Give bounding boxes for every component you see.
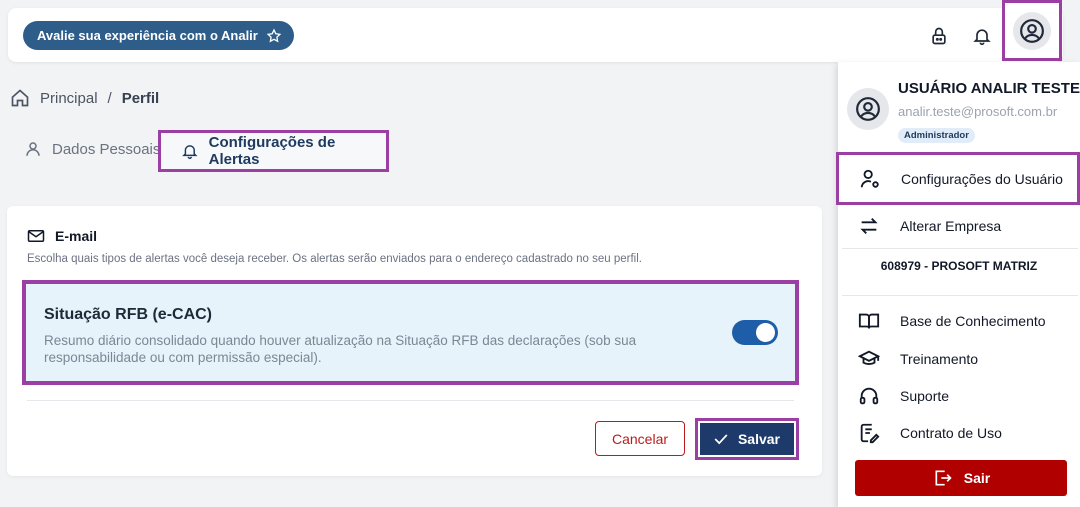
breadcrumb-separator: / — [107, 89, 112, 107]
rate-experience-button[interactable]: Avalie sua experiência com o Analir — [23, 21, 294, 50]
bell-icon — [182, 145, 198, 160]
breadcrumb: Principal / Perfil — [10, 88, 159, 108]
cancel-button[interactable]: Cancelar — [595, 421, 685, 456]
menu-item-training[interactable]: Treinamento — [838, 341, 1080, 377]
menu-item-support-label: Suporte — [900, 388, 950, 404]
mail-icon — [27, 230, 45, 242]
logout-icon — [935, 470, 952, 486]
menu-divider — [842, 295, 1078, 296]
check-icon — [714, 434, 728, 445]
user-email: analir.teste@prosoft.com.br — [898, 104, 1058, 119]
swap-icon — [860, 218, 878, 234]
menu-item-user-settings[interactable]: Configurações do Usuário — [836, 152, 1080, 205]
notifications-button[interactable] — [968, 22, 996, 50]
breadcrumb-current: Perfil — [121, 89, 160, 107]
menu-item-knowledge-base-label: Base de Conhecimento — [900, 313, 1046, 329]
menu-divider — [842, 248, 1078, 249]
book-icon — [858, 313, 880, 329]
user-menu-button[interactable] — [1002, 0, 1062, 61]
role-badge: Administrador — [898, 128, 975, 143]
graduation-cap-icon — [858, 350, 880, 365]
contract-icon — [860, 423, 880, 444]
user-settings-icon — [860, 169, 879, 188]
menu-item-change-company-label: Alterar Empresa — [900, 218, 1002, 234]
menu-item-change-company[interactable]: Alterar Empresa — [838, 208, 1080, 244]
avatar — [847, 88, 889, 130]
save-button-highlight: Salvar — [695, 418, 799, 460]
alert-option-description: Resumo diário consolidado quando houver … — [44, 333, 637, 365]
tab-personal-data[interactable]: Dados Pessoais — [24, 140, 160, 158]
menu-item-support[interactable]: Suporte — [838, 378, 1080, 414]
user-circle-icon — [1020, 18, 1044, 43]
lock-icon — [932, 27, 946, 45]
lock-button[interactable] — [925, 22, 953, 50]
current-company: 608979 - PROSOFT MATRIZ — [880, 259, 1038, 273]
logout-button[interactable]: Sair — [855, 460, 1067, 496]
logout-label: Sair — [963, 470, 991, 486]
toggle-knob — [756, 323, 775, 342]
alerts-card: E-mail Escolha quais tipos de alertas vo… — [7, 206, 822, 476]
divider — [27, 400, 794, 401]
user-menu-panel: USUÁRIO ANALIR TESTE analir.teste@prosof… — [836, 62, 1080, 507]
email-section-description: Escolha quais tipos de alertas você dese… — [27, 253, 642, 265]
menu-item-terms[interactable]: Contrato de Uso — [838, 415, 1080, 451]
breadcrumb-home[interactable]: Principal — [40, 90, 98, 107]
tab-alert-settings-label: Configurações de Alertas — [208, 134, 336, 168]
bell-icon — [973, 29, 991, 46]
tab-alert-settings[interactable]: Configurações de Alertas — [158, 130, 389, 172]
user-name: USUÁRIO ANALIR TESTE — [898, 80, 1080, 97]
save-button[interactable]: Salvar — [700, 423, 794, 455]
star-icon — [266, 27, 282, 42]
top-bar: Avalie sua experiência com o Analir — [8, 8, 1063, 62]
user-circle-icon — [856, 97, 880, 121]
tab-personal-data-label: Dados Pessoais — [52, 140, 161, 158]
save-button-label: Salvar — [737, 431, 781, 447]
menu-item-knowledge-base[interactable]: Base de Conhecimento — [838, 303, 1080, 339]
menu-item-training-label: Treinamento — [900, 351, 979, 367]
alert-toggle[interactable] — [732, 320, 778, 345]
alert-option-rfb: Situação RFB (e-CAC) Resumo diário conso… — [22, 280, 799, 385]
menu-item-terms-label: Contrato de Uso — [900, 425, 1002, 441]
email-section-header: E-mail — [27, 228, 97, 244]
alert-option-title: Situação RFB (e-CAC) — [44, 306, 213, 323]
headset-icon — [859, 387, 879, 405]
user-icon — [26, 142, 40, 156]
home-icon[interactable] — [10, 88, 30, 108]
email-section-title: E-mail — [55, 228, 98, 244]
menu-item-user-settings-label: Configurações do Usuário — [901, 170, 1063, 187]
rate-experience-label: Avalie sua experiência com o Analir — [37, 28, 258, 43]
